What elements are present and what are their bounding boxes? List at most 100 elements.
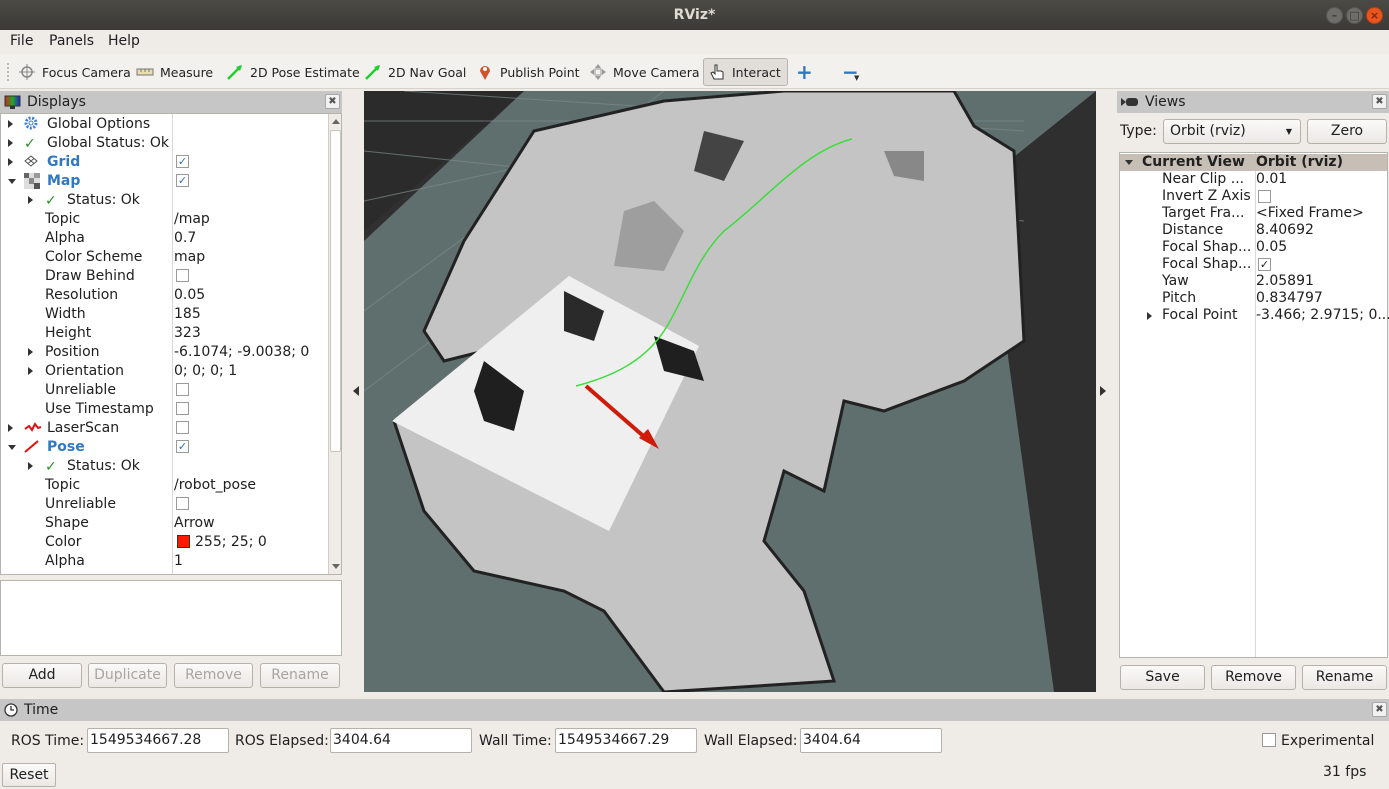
close-window-button[interactable]: × (1366, 7, 1383, 24)
tool-publish-point[interactable]: Publish Point (472, 58, 584, 86)
enable-checkbox[interactable] (176, 269, 189, 282)
property-checkbox[interactable] (1258, 190, 1271, 203)
tool-focus-camera[interactable]: Focus Camera (14, 58, 135, 86)
row-value[interactable]: <Fixed Frame> (1256, 205, 1364, 222)
add-tool-button[interactable]: + (792, 58, 817, 86)
menu-file[interactable]: File (10, 33, 33, 49)
row-value[interactable]: /map (174, 210, 210, 229)
display-row[interactable]: Use Timestamp (1, 400, 328, 419)
display-row[interactable]: ✓ Status: Ok (1, 191, 328, 210)
enable-checkbox[interactable] (176, 421, 189, 434)
tool-move-camera[interactable]: Move Camera (585, 58, 704, 86)
expand-arrow-icon[interactable] (28, 348, 33, 356)
tool-measure[interactable]: Measure (132, 58, 217, 86)
view-property-row[interactable]: Focal Shap... ✓ (1120, 256, 1387, 273)
maximize-button[interactable]: □ (1346, 7, 1363, 24)
row-value[interactable]: 8.40692 (1256, 222, 1314, 239)
tool-2d-pose-estimate[interactable]: 2D Pose Estimate (222, 58, 364, 86)
view-property-row[interactable]: Yaw 2.05891 (1120, 273, 1387, 290)
collapse-arrow-icon[interactable] (8, 445, 16, 450)
row-value[interactable]: 0.05 (174, 286, 205, 305)
display-row[interactable]: Color Scheme map (1, 248, 328, 267)
tool-2d-nav-goal[interactable]: 2D Nav Goal (360, 58, 470, 86)
view-type-select[interactable]: Orbit (rviz) ▼ (1163, 119, 1301, 144)
row-value[interactable]: -6.1074; -9.0038; 0 (174, 343, 309, 362)
remove-display-button[interactable]: Remove (174, 663, 253, 688)
enable-checkbox[interactable] (176, 497, 189, 510)
expand-arrow-icon[interactable] (8, 139, 13, 147)
display-row[interactable]: Resolution 0.05 (1, 286, 328, 305)
expand-arrow-icon[interactable] (1125, 160, 1133, 165)
display-row[interactable]: Map ✓ (1, 172, 328, 191)
enable-checkbox[interactable]: ✓ (176, 155, 189, 168)
toolbar-handle[interactable] (7, 63, 9, 81)
expand-arrow-icon[interactable] (28, 462, 33, 470)
property-checkbox[interactable]: ✓ (1258, 258, 1271, 271)
current-view-header[interactable]: Current View Orbit (rviz) (1120, 154, 1387, 171)
collapse-arrow-icon[interactable] (8, 179, 16, 184)
views-tree[interactable]: Current View Orbit (rviz) Near Clip ... 0… (1119, 152, 1389, 658)
close-displays-panel-button[interactable]: ✖ (325, 94, 340, 109)
display-row[interactable]: Pose ✓ (1, 438, 328, 457)
display-row[interactable]: Position -6.1074; -9.0038; 0 (1, 343, 328, 362)
expand-arrow-icon[interactable] (28, 196, 33, 204)
display-row[interactable]: Topic/robot_pose (1, 476, 328, 495)
wall-time-field[interactable]: 1549534667.29 (555, 728, 697, 753)
display-row[interactable]: ✓ Global Status: Ok (1, 134, 328, 153)
enable-checkbox[interactable] (176, 402, 189, 415)
row-value[interactable]: 0; 0; 0; 1 (174, 362, 237, 381)
display-row[interactable]: Orientation 0; 0; 0; 1 (1, 362, 328, 381)
view-property-row[interactable]: Distance 8.40692 (1120, 222, 1387, 239)
map-render[interactable] (364, 91, 1096, 692)
enable-checkbox[interactable]: ✓ (176, 174, 189, 187)
enable-checkbox[interactable] (176, 383, 189, 396)
row-value[interactable]: /robot_pose (174, 476, 256, 495)
add-display-button[interactable]: Add (2, 663, 82, 688)
close-time-panel-button[interactable]: ✖ (1372, 702, 1387, 717)
expand-arrow-icon[interactable] (8, 424, 13, 432)
display-row[interactable]: Unreliable (1, 495, 328, 514)
display-row[interactable]: Global Options (1, 115, 328, 134)
close-views-panel-button[interactable]: ✖ (1372, 94, 1387, 109)
expand-arrow-icon[interactable] (1147, 312, 1152, 320)
menu-help[interactable]: Help (108, 33, 140, 49)
display-row[interactable]: Color 255; 25; 0 (1, 533, 328, 552)
display-row[interactable]: Topic/map (1, 210, 328, 229)
color-swatch[interactable] (177, 535, 190, 548)
display-row[interactable]: Width 185 (1, 305, 328, 324)
row-value[interactable]: 323 (174, 324, 201, 343)
row-value[interactable]: 0.834797 (1256, 290, 1323, 307)
remove-tool-button[interactable]: − ▼ (838, 58, 863, 86)
display-row[interactable]: Height 323 (1, 324, 328, 343)
expand-arrow-icon[interactable] (28, 367, 33, 375)
display-row[interactable]: ✓ Status: Ok (1, 457, 328, 476)
row-value[interactable]: 255; 25; 0 (195, 534, 267, 550)
minimize-button[interactable]: – (1326, 7, 1343, 24)
displays-scrollbar[interactable] (328, 114, 341, 574)
row-value[interactable]: 0.01 (1256, 171, 1287, 188)
scrollbar-thumb[interactable] (330, 130, 341, 452)
display-row[interactable]: Alpha 0.7 (1, 229, 328, 248)
row-value[interactable]: 0.05 (1256, 239, 1287, 256)
3d-viewport[interactable] (364, 91, 1096, 692)
ros-time-field[interactable]: 1549534667.28 (87, 728, 229, 753)
save-view-button[interactable]: Save (1120, 665, 1205, 690)
remove-view-button[interactable]: Remove (1211, 665, 1296, 690)
view-property-row[interactable]: Near Clip ... 0.01 (1120, 171, 1387, 188)
view-property-row[interactable]: Focal Point -3.466; 2.9715; 0... (1120, 307, 1389, 324)
experimental-checkbox[interactable] (1262, 733, 1276, 747)
ros-elapsed-field[interactable]: 3404.64 (330, 728, 472, 753)
display-row[interactable]: Alpha 1 (1, 552, 328, 571)
displays-tree[interactable]: Global Options ✓ Global Status: Ok Grid ✓ Map… (0, 113, 342, 575)
view-property-row[interactable]: Target Fra... <Fixed Frame> (1120, 205, 1387, 222)
color-value[interactable]: 255; 25; 0 (174, 533, 267, 552)
zero-view-button[interactable]: Zero (1307, 119, 1387, 144)
wall-elapsed-field[interactable]: 3404.64 (800, 728, 942, 753)
row-value[interactable]: 185 (174, 305, 201, 324)
view-property-row[interactable]: Pitch 0.834797 (1120, 290, 1387, 307)
row-value[interactable]: 0.7 (174, 229, 196, 248)
expand-arrow-icon[interactable] (8, 158, 13, 166)
row-value[interactable]: Arrow (174, 514, 215, 533)
duplicate-display-button[interactable]: Duplicate (88, 663, 167, 688)
collapse-right-panel-icon[interactable] (1100, 386, 1106, 396)
